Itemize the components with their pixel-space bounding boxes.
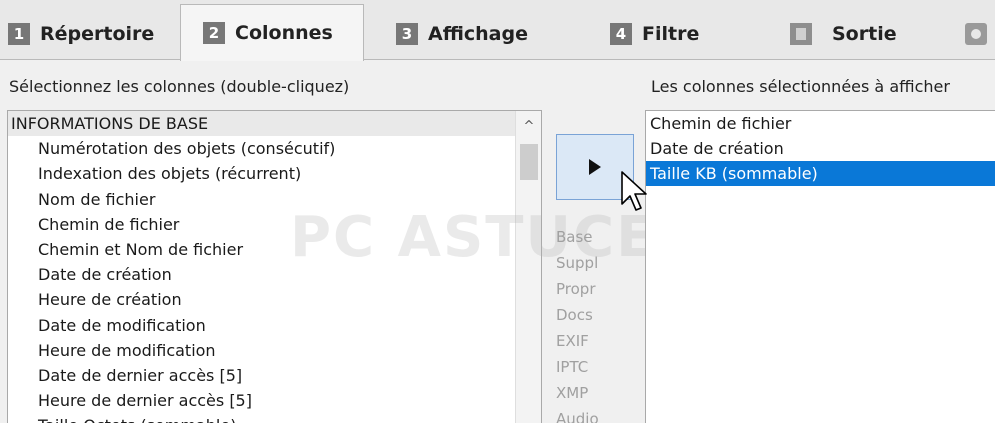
group-header: INFORMATIONS DE BASE [8, 111, 541, 137]
add-column-button[interactable] [556, 134, 634, 200]
document-icon [790, 23, 812, 45]
list-item-selected[interactable]: Taille KB (sommable) [646, 161, 995, 186]
list-item[interactable]: Taille Octets (sommable) [8, 413, 541, 423]
gear-icon [965, 23, 987, 45]
list-item[interactable]: Heure de création [8, 287, 541, 312]
list-item[interactable]: Date de création [646, 136, 995, 161]
list-item[interactable]: Chemin de fichier [8, 212, 541, 237]
category-list: Base Suppl Propr Docs EXIF IPTC XMP Audi… [556, 224, 616, 423]
list-item[interactable]: Date de dernier accès [5] [8, 363, 541, 388]
tab-sortie[interactable]: Sortie [762, 8, 930, 60]
category-docs[interactable]: Docs [556, 302, 616, 328]
tab-label: Colonnes [235, 22, 333, 44]
category-propr[interactable]: Propr [556, 276, 616, 302]
tab-label: Filtre [642, 23, 700, 45]
scroll-up-arrow-icon[interactable]: ^ [516, 117, 541, 137]
tab-affichage[interactable]: 3 Affichage [368, 8, 580, 60]
list-item[interactable]: Date de création [8, 262, 541, 287]
list-item[interactable]: Numérotation des objets (consécutif) [8, 136, 541, 161]
tab-label: Répertoire [40, 23, 155, 45]
tab-number-badge: 2 [203, 22, 225, 44]
tab-number-badge: 3 [396, 23, 418, 45]
category-iptc[interactable]: IPTC [556, 354, 616, 380]
tab-options[interactable] [935, 8, 995, 60]
list-item[interactable]: Heure de modification [8, 338, 541, 363]
selected-columns-list[interactable]: Chemin de fichier Date de création Taill… [645, 110, 995, 423]
available-columns-label: Sélectionnez les colonnes (double-clique… [9, 77, 350, 96]
tab-label: Sortie [832, 23, 897, 45]
tab-number-badge: 4 [610, 23, 632, 45]
tab-colonnes[interactable]: 2 Colonnes [180, 4, 364, 61]
list-item[interactable]: Nom de fichier [8, 187, 541, 212]
vertical-scrollbar[interactable]: ^ [515, 111, 541, 423]
category-suppl[interactable]: Suppl [556, 250, 616, 276]
tab-number-badge: 1 [8, 23, 30, 45]
scroll-thumb[interactable] [520, 144, 538, 180]
selected-columns-label: Les colonnes sélectionnées à afficher [651, 77, 950, 96]
category-audio[interactable]: Audio [556, 406, 616, 423]
list-item[interactable]: Date de modification [8, 313, 541, 338]
tab-filtre[interactable]: 4 Filtre [582, 8, 757, 60]
available-columns-list[interactable]: INFORMATIONS DE BASE Numérotation des ob… [7, 110, 542, 423]
category-base[interactable]: Base [556, 224, 616, 250]
list-item[interactable]: Chemin de fichier [646, 111, 995, 136]
tab-repertoire[interactable]: 1 Répertoire [0, 8, 178, 60]
tab-strip: 1 Répertoire 2 Colonnes 3 Affichage 4 Fi… [0, 0, 995, 61]
list-item[interactable]: Heure de dernier accès [5] [8, 388, 541, 413]
category-xmp[interactable]: XMP [556, 380, 616, 406]
list-item[interactable]: Chemin et Nom de fichier [8, 237, 541, 262]
category-exif[interactable]: EXIF [556, 328, 616, 354]
tab-label: Affichage [428, 23, 528, 45]
play-icon [589, 159, 601, 175]
list-item[interactable]: Indexation des objets (récurrent) [8, 161, 541, 186]
